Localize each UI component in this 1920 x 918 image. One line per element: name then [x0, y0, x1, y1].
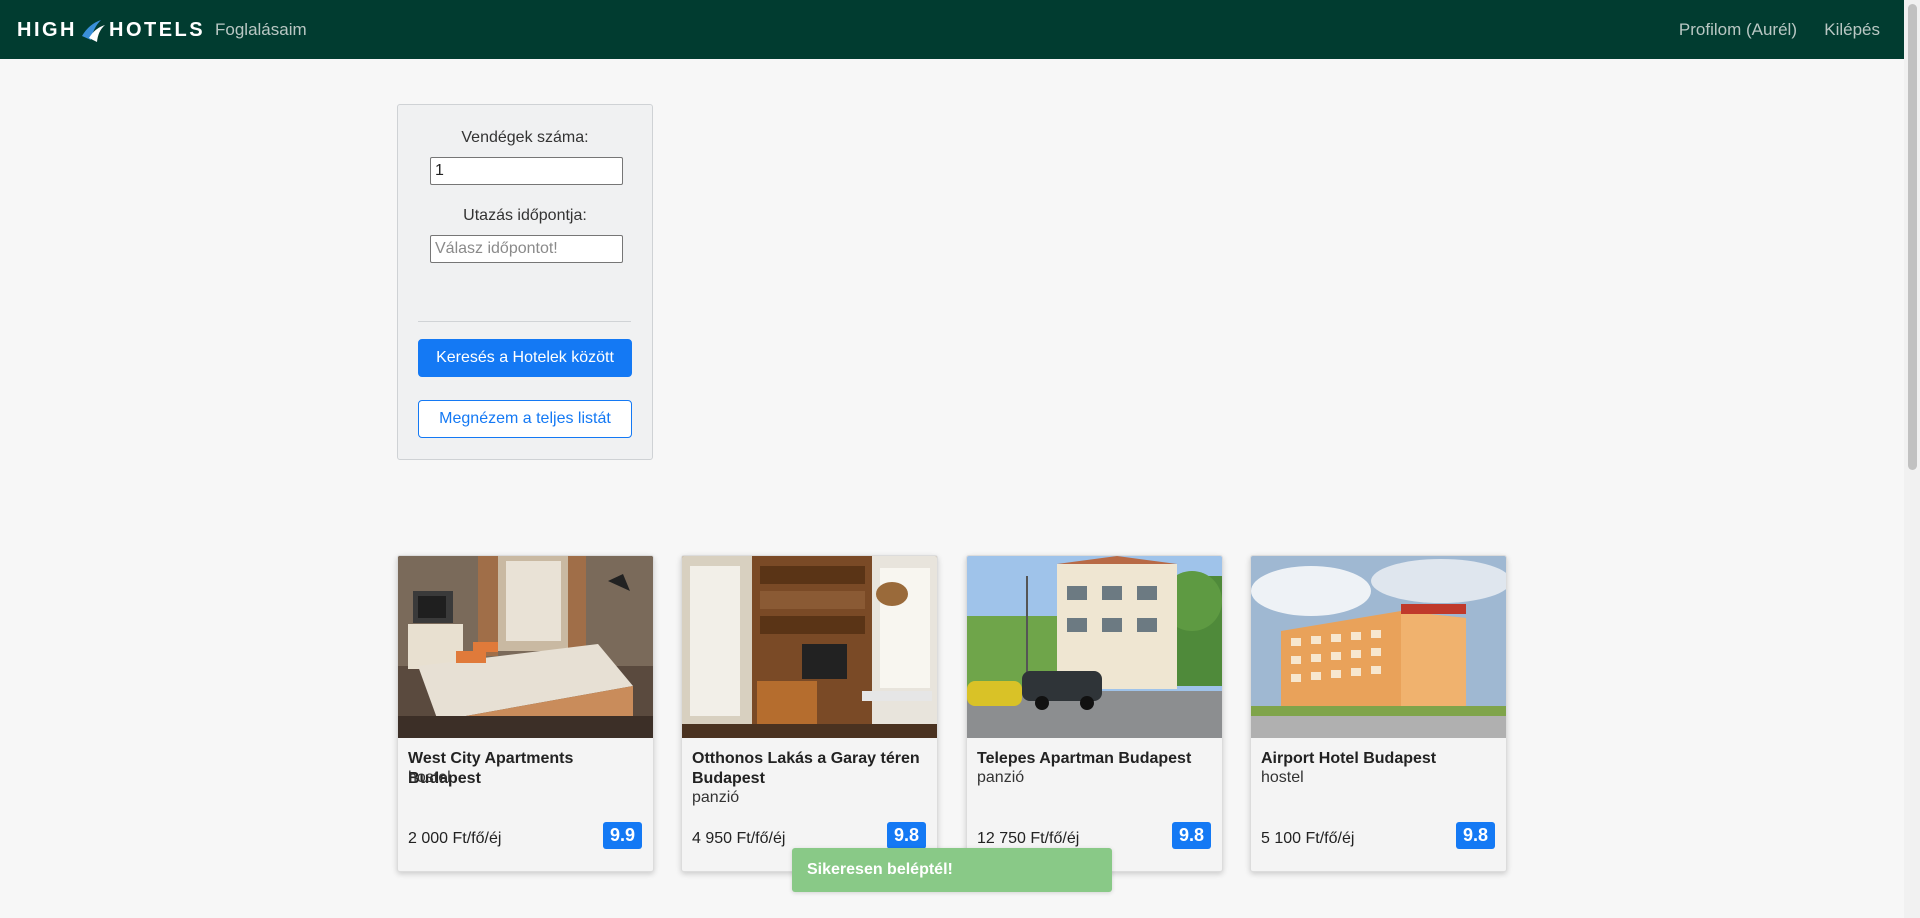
hotel-photo	[1251, 556, 1506, 738]
hotel-card[interactable]: Telepes Apartman Budapest panzió 12 750 …	[966, 555, 1223, 872]
view-full-list-button[interactable]: Megnézem a teljes listát	[418, 400, 632, 438]
hotel-photo	[967, 556, 1222, 738]
hotel-type: panzió	[977, 769, 1025, 786]
hotel-type: hostel	[1261, 769, 1304, 786]
hotel-price: 5 100 Ft/fő/éj	[1261, 830, 1355, 847]
brand-logo[interactable]: HIGH HOTELS	[17, 16, 205, 44]
nav-link-profile[interactable]: Profilom (Aurél)	[1679, 20, 1797, 40]
search-hotels-button[interactable]: Keresés a Hotelek között	[418, 339, 632, 377]
login-success-toast: Sikeresen beléptél!	[792, 848, 1112, 892]
brand-text-hotels: HOTELS	[109, 18, 206, 41]
hotel-type: panzió	[692, 789, 740, 806]
hotel-photo	[682, 556, 937, 738]
hotel-name[interactable]: Otthonos Lakás a Garay téren Budapest	[692, 749, 928, 789]
top-navbar: HIGH HOTELS Foglalásaim Profilom (Aurél)…	[0, 0, 1904, 59]
brand-text-high: HIGH	[17, 18, 77, 41]
hotel-name[interactable]: Telepes Apartman Budapest	[977, 749, 1213, 769]
hotel-card[interactable]: Otthonos Lakás a Garay téren Budapest pa…	[681, 555, 938, 872]
hotel-price: 4 950 Ft/fő/éj	[692, 830, 786, 847]
guests-input[interactable]	[430, 157, 623, 185]
rating-badge: 9.8	[1456, 822, 1495, 849]
panel-divider	[418, 321, 631, 322]
hotel-card[interactable]: West City Apartments Budapest hostel 2 0…	[397, 555, 654, 872]
hotel-name[interactable]: Airport Hotel Budapest	[1261, 749, 1497, 769]
travel-date-input[interactable]	[430, 235, 623, 263]
travel-date-label: Utazás időpontja:	[463, 207, 587, 224]
hotel-type: hostel	[408, 769, 451, 786]
page-scrollbar[interactable]	[1904, 0, 1920, 918]
hotel-price: 2 000 Ft/fő/éj	[408, 830, 502, 847]
rating-badge: 9.9	[603, 822, 642, 849]
logo-swoosh-icon	[82, 20, 105, 42]
nav-link-logout[interactable]: Kilépés	[1824, 20, 1880, 40]
rating-badge: 9.8	[887, 822, 926, 849]
guests-label: Vendégek száma:	[461, 129, 589, 146]
nav-link-bookings[interactable]: Foglalásaim	[215, 20, 307, 40]
scrollbar-thumb[interactable]	[1908, 4, 1917, 470]
hotel-price: 12 750 Ft/fő/éj	[977, 830, 1080, 847]
search-panel: Vendégek száma: Utazás időpontja: Keresé…	[397, 104, 653, 460]
hotel-card[interactable]: Airport Hotel Budapest hostel 5 100 Ft/f…	[1250, 555, 1507, 872]
rating-badge: 9.8	[1172, 822, 1211, 849]
hotel-photo	[398, 556, 653, 738]
